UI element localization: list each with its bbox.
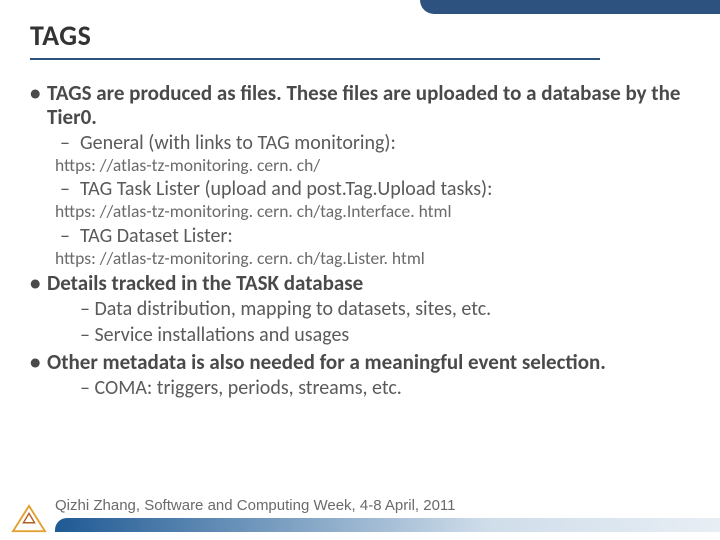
link-text: https: //atlas-tz-monitoring. cern. ch/t… xyxy=(55,201,692,221)
bullet-level2: – Service installations and usages xyxy=(80,323,692,347)
bullet-level1: Other metadata is also needed for a mean… xyxy=(25,350,692,374)
bullet-level2: TAG Dataset Lister: xyxy=(60,224,692,248)
bullet-level1: TAGS are produced as files. These files … xyxy=(25,81,692,129)
bullet-level2: TAG Task Lister (upload and post.Tag.Upl… xyxy=(60,177,692,201)
link-text: https: //atlas-tz-monitoring. cern. ch/ xyxy=(55,155,692,175)
top-accent-bar xyxy=(420,0,720,14)
bullet-text: COMA: triggers, periods, streams, etc. xyxy=(94,376,401,400)
bullet-text: Data distribution, mapping to datasets, … xyxy=(94,297,491,321)
slide-title: TAGS xyxy=(30,18,91,53)
logo-triangle-icon xyxy=(10,504,48,534)
title-underline xyxy=(30,58,600,60)
footer-text: Qizhi Zhang, Software and Computing Week… xyxy=(55,497,456,514)
link-text: https: //atlas-tz-monitoring. cern. ch/t… xyxy=(55,248,692,268)
title-area: TAGS xyxy=(30,18,91,53)
bullet-level1: Details tracked in the TASK database xyxy=(25,271,692,295)
bullet-level2: General (with links to TAG monitoring): xyxy=(60,131,692,155)
bullet-text: Service installations and usages xyxy=(94,323,349,347)
footer-bar xyxy=(55,518,720,532)
bullet-level2: – Data distribution, mapping to datasets… xyxy=(80,297,692,321)
slide: TAGS TAGS are produced as files. These f… xyxy=(0,0,720,540)
bullet-level2: – COMA: triggers, periods, streams, etc. xyxy=(80,376,692,400)
body-content: TAGS are produced as files. These files … xyxy=(25,78,692,400)
